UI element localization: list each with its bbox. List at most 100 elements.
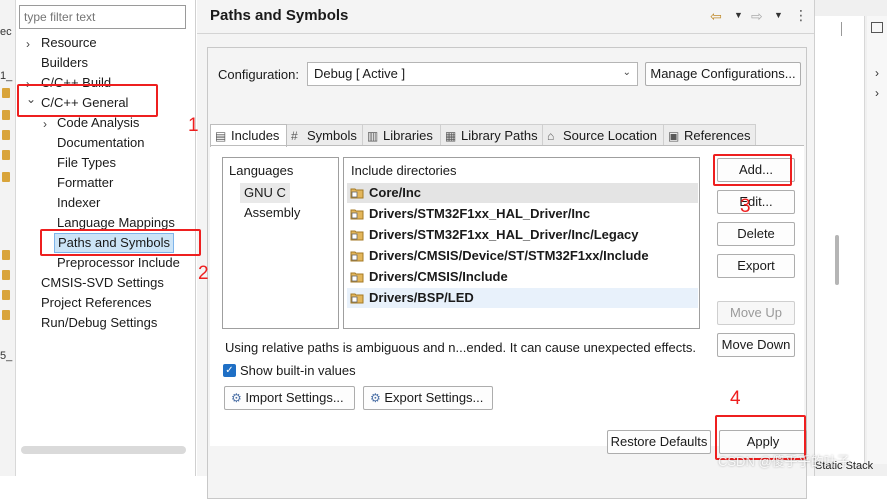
languages-list[interactable]: Languages GNU C Assembly [222,157,339,329]
includes-icon: ▤ [215,129,227,143]
folder-icon [2,150,10,160]
chevron-down-icon: ⌄ [622,67,631,78]
import-settings-button[interactable]: ⚙ Import Settings... [224,386,355,410]
languages-header: Languages [229,163,294,178]
include-row[interactable]: Drivers/CMSIS/Device/ST/STM32F1xx/Includ… [347,246,698,266]
tree-item-file-types[interactable]: File Types [57,154,116,172]
relative-paths-warning: Using relative paths is ambiguous and n.… [225,340,696,355]
forward-arrow-icon[interactable]: ⇨ [751,8,763,25]
include-folder-icon [350,251,364,262]
move-down-button[interactable]: Move Down [717,333,795,357]
tree-item-formatter[interactable]: Formatter [57,174,113,192]
horizontal-scrollbar[interactable] [21,446,186,454]
language-item-gnu-c[interactable]: GNU C [240,183,290,203]
folder-icon [2,172,10,182]
chevron-down-icon[interactable]: ▼ [774,10,783,20]
watermark: CSDN @傻乎乎的叶子 [718,454,850,469]
tree-item-cmsis-svd-settings[interactable]: CMSIS-SVD Settings [41,274,164,292]
folder-icon [2,110,10,120]
tab-label: Includes [231,128,280,143]
tab-label: References [684,128,751,143]
view-menu-icon[interactable]: ⋮ [794,7,808,24]
annotation-box [713,154,792,186]
configuration-select[interactable]: Debug [ Active ] ⌄ [307,62,638,86]
source-location-icon: ⌂ [547,129,555,143]
tab-libraries[interactable]: ▥ Libraries [363,124,441,146]
include-path: Core/Inc [369,185,422,200]
manage-configurations-button[interactable]: Manage Configurations... [645,62,801,86]
folder-icon [2,310,10,320]
tab-source-location[interactable]: ⌂ Source Location [543,124,664,146]
tree-item-indexer[interactable]: Indexer [57,194,100,212]
annotation-number: 3 [740,196,751,217]
tree-item-run-debug-settings[interactable]: Run/Debug Settings [41,314,157,332]
export-settings-button[interactable]: ⚙ Export Settings... [363,386,493,410]
show-builtin-checkbox[interactable]: ✓ [223,364,236,377]
show-builtin-label[interactable]: Show built-in values [240,363,356,378]
tab-label: Source Location [563,128,657,143]
include-folder-icon [350,272,364,283]
include-row[interactable]: Drivers/STM32F1xx_HAL_Driver/Inc/Legacy [347,225,698,245]
import-settings-label: Import Settings... [245,390,344,405]
include-folder-icon [350,293,364,304]
scrollbar-thumb[interactable] [835,235,839,285]
library-paths-icon: ▦ [445,129,457,143]
chevron-right-icon[interactable]: › [875,66,879,80]
background-panel [815,16,865,464]
export-settings-label: Export Settings... [384,390,484,405]
delete-button[interactable]: Delete [717,222,795,246]
background-panel [867,16,887,464]
include-row[interactable]: Drivers/CMSIS/Include [347,267,698,287]
annotation-number: 2 [198,263,209,284]
panel-icon[interactable] [871,22,883,33]
chevron-right-icon[interactable]: › [875,86,879,100]
chevron-down-icon[interactable]: ▼ [734,10,743,20]
tree-item-documentation[interactable]: Documentation [57,134,144,152]
folder-icon [2,88,10,98]
include-folder-icon [350,209,364,220]
include-row[interactable]: Drivers/BSP/LED [347,288,698,308]
annotation-box [40,229,201,256]
annotation-box [17,84,158,117]
restore-defaults-button[interactable]: Restore Defaults [607,430,711,454]
filter-input[interactable] [19,5,186,29]
import-icon: ⚙ [231,391,242,405]
divider [197,33,814,34]
folder-icon [2,130,10,140]
configuration-value: Debug [ Active ] [314,66,406,81]
background-editor-strip-right: › › Static Stack [814,0,887,476]
tab-label: Library Paths [461,128,538,143]
move-up-button[interactable]: Move Up [717,301,795,325]
back-arrow-icon[interactable]: ⇦ [710,8,722,25]
divider [841,22,842,36]
tree-item-preprocessor-include[interactable]: Preprocessor Include [57,254,180,272]
tree-item-project-references[interactable]: Project References [41,294,152,312]
background-editor-strip-left: ec 1_ 5_ [0,0,16,476]
include-folder-icon [350,230,364,241]
folder-icon [2,250,10,260]
libraries-icon: ▥ [367,129,379,143]
references-icon: ▣ [668,129,680,143]
configuration-label: Configuration: [218,67,299,82]
folder-icon [2,290,10,300]
tab-symbols[interactable]: # Symbols [287,124,363,146]
annotation-number: 4 [730,388,741,409]
tab-label: Libraries [383,128,433,143]
background-fragment: ec [0,26,12,38]
include-row[interactable]: Core/Inc [347,183,698,203]
include-directories-list[interactable]: Include directories Core/Inc Drivers/STM… [343,157,700,329]
tab-library-paths[interactable]: ▦ Library Paths [441,124,543,146]
include-row[interactable]: Drivers/STM32F1xx_HAL_Driver/Inc [347,204,698,224]
edit-button[interactable]: Edit... [717,190,795,214]
tab-references[interactable]: ▣ References [664,124,756,146]
include-directories-header: Include directories [351,163,457,178]
background-fragment: 1_ [0,70,13,82]
include-folder-icon [350,188,364,199]
chevron-right-icon[interactable]: › [26,37,30,51]
tab-includes[interactable]: ▤ Includes [210,124,287,147]
chevron-right-icon[interactable]: › [43,117,47,131]
language-item-assembly[interactable]: Assembly [240,203,304,223]
tree-item-resource[interactable]: Resource [41,34,97,52]
export-button[interactable]: Export [717,254,795,278]
tree-item-builders[interactable]: Builders [41,54,88,72]
